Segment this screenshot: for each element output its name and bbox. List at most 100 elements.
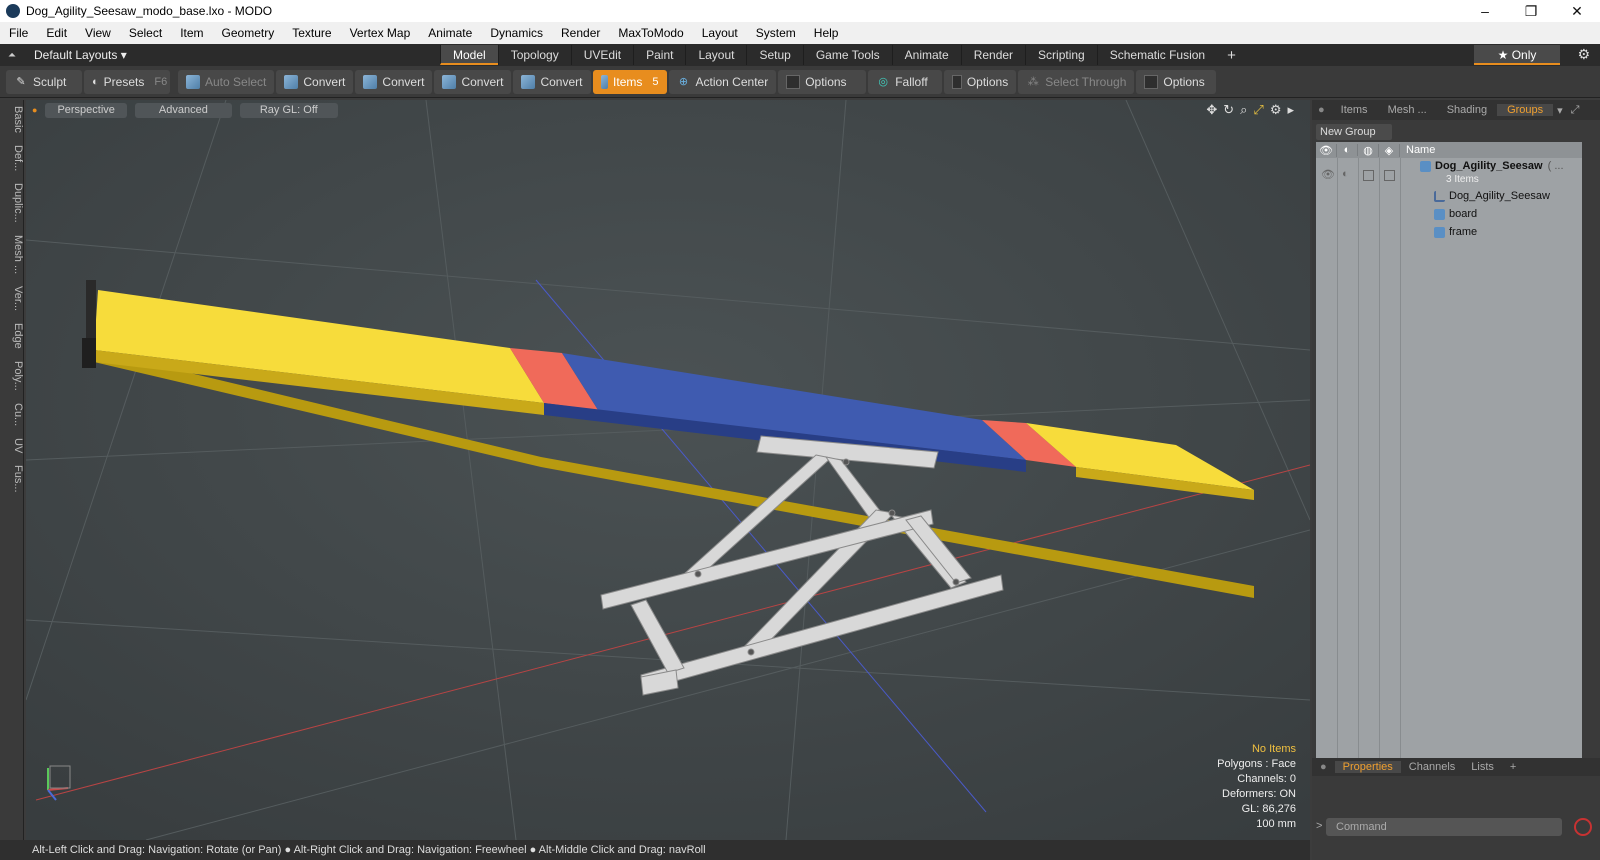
select-column-icon[interactable]: ◈ — [1379, 143, 1400, 157]
menu-render[interactable]: Render — [552, 26, 609, 40]
convert-polygons-button[interactable]: Convert — [434, 69, 512, 94]
convert-vertices-button[interactable]: Convert — [276, 69, 354, 94]
select-through-button[interactable]: ⁂ Select Through — [1018, 69, 1135, 94]
right-panel: ● Items Mesh ... Shading Groups ▾ ⤢ New … — [1312, 100, 1600, 860]
gear-icon[interactable]: ⚙ — [1577, 46, 1590, 63]
rotate-icon[interactable]: ↻ — [1223, 102, 1234, 118]
left-tab-deform[interactable]: Def... — [0, 139, 24, 177]
new-group-button[interactable]: New Group — [1316, 124, 1392, 140]
tab-model[interactable]: Model — [440, 45, 498, 65]
tab-channels[interactable]: Channels — [1401, 761, 1463, 773]
menu-item[interactable]: Item — [171, 26, 212, 40]
3d-viewport[interactable]: ● Perspective Advanced Ray GL: Off ✥ ↻ ⌕… — [26, 100, 1310, 840]
sculpt-button[interactable]: ✎ Sculpt — [6, 69, 82, 94]
item-label: frame — [1449, 226, 1478, 238]
tab-schematic-fusion[interactable]: Schematic Fusion — [1096, 45, 1217, 65]
group-render-toggle-icon[interactable]: ◐ — [1342, 168, 1349, 180]
panel-menu-icon[interactable]: ▾ — [1553, 104, 1567, 117]
left-tab-curve[interactable]: Cu... — [0, 397, 24, 432]
restore-button[interactable]: ❐ — [1508, 0, 1554, 22]
convert-edges-button[interactable]: Convert — [355, 69, 433, 94]
lock-column-icon[interactable]: ◍ — [1358, 143, 1379, 157]
menu-system[interactable]: System — [747, 26, 805, 40]
menu-layout[interactable]: Layout — [693, 26, 747, 40]
tab-layout[interactable]: Layout — [685, 45, 746, 65]
viewport-settings-icon[interactable]: ⚙ — [1270, 102, 1282, 118]
pan-icon[interactable]: ✥ — [1206, 102, 1217, 118]
left-tab-uv[interactable]: UV — [0, 432, 24, 459]
left-tab-basic[interactable]: Basic — [0, 100, 24, 139]
menu-help[interactable]: Help — [805, 26, 848, 40]
tab-uvedit[interactable]: UVEdit — [570, 45, 633, 65]
menu-select[interactable]: Select — [120, 26, 171, 40]
props-dot-icon[interactable]: ● — [1312, 761, 1335, 773]
tree-item-board[interactable]: board — [1434, 208, 1477, 220]
menu-view[interactable]: View — [76, 26, 120, 40]
render-column-icon[interactable]: ◐ — [1337, 144, 1358, 156]
action-center-button[interactable]: ⊕ Action Center — [668, 69, 777, 94]
close-button[interactable]: ✕ — [1554, 0, 1600, 22]
tree-item-frame[interactable]: frame — [1434, 226, 1477, 238]
menu-vertex-map[interactable]: Vertex Map — [341, 26, 420, 40]
group-row[interactable]: Dog_Agility_Seesaw ( ... — [1420, 160, 1564, 172]
tab-items[interactable]: Items — [1331, 104, 1378, 116]
tree-item-locator[interactable]: Dog_Agility_Seesaw — [1434, 190, 1550, 202]
ray-gl-button[interactable]: Ray GL: Off — [239, 102, 338, 118]
left-tab-fusion[interactable]: Fus... — [0, 459, 24, 499]
only-toggle[interactable]: ★ Only — [1474, 45, 1560, 65]
select-through-options-button[interactable]: Options — [1136, 69, 1217, 94]
fit-icon[interactable]: ⤢ — [1253, 102, 1263, 118]
left-tab-mesh[interactable]: Mesh ... — [0, 229, 24, 280]
command-input[interactable]: Command — [1326, 818, 1562, 836]
panel-expand-icon[interactable]: ⤢ — [1567, 104, 1584, 117]
tab-scripting[interactable]: Scripting — [1025, 45, 1097, 65]
action-center-options-button[interactable]: Options — [778, 69, 867, 94]
falloff-options-button[interactable]: Options — [944, 69, 1017, 94]
group-select-checkbox[interactable] — [1384, 170, 1395, 181]
minimize-button[interactable]: – — [1462, 0, 1508, 22]
zoom-icon[interactable]: ⌕ — [1240, 102, 1247, 118]
menu-animate[interactable]: Animate — [419, 26, 481, 40]
menu-dynamics[interactable]: Dynamics — [481, 26, 552, 40]
tab-shading[interactable]: Shading — [1437, 104, 1497, 116]
convert-materials-button[interactable]: Convert — [513, 69, 591, 94]
viewport-menu-dot-icon[interactable]: ● — [32, 105, 37, 115]
viewport-expand-icon[interactable]: ▸ — [1287, 102, 1294, 118]
tab-setup[interactable]: Setup — [746, 45, 802, 65]
tab-properties[interactable]: Properties — [1334, 761, 1401, 773]
perspective-button[interactable]: Perspective — [45, 102, 127, 118]
tab-render[interactable]: Render — [960, 45, 1025, 65]
panel-dot-icon[interactable]: ● — [1312, 104, 1331, 116]
menu-edit[interactable]: Edit — [37, 26, 76, 40]
presets-button[interactable]: ◐ Presets F6 — [84, 69, 170, 94]
group-lock-checkbox[interactable] — [1363, 170, 1374, 181]
menu-maxtomodo[interactable]: MaxToModo — [609, 26, 692, 40]
command-record-button[interactable] — [1574, 818, 1592, 836]
left-tab-vertex[interactable]: Ver... — [0, 280, 24, 317]
auto-select-button[interactable]: Auto Select — [178, 69, 275, 94]
menu-texture[interactable]: Texture — [283, 26, 340, 40]
visibility-column-icon[interactable]: 👁 — [1316, 143, 1337, 157]
menu-geometry[interactable]: Geometry — [213, 26, 284, 40]
add-props-tab-button[interactable]: + — [1502, 761, 1524, 773]
falloff-button[interactable]: ◎ Falloff — [868, 69, 943, 94]
tab-lists[interactable]: Lists — [1463, 761, 1502, 773]
action-center-label: Action Center — [695, 74, 769, 89]
tab-mesh[interactable]: Mesh ... — [1378, 104, 1437, 116]
menu-file[interactable]: File — [0, 26, 37, 40]
items-mode-button[interactable]: Items 5 — [592, 69, 667, 94]
tab-game-tools[interactable]: Game Tools — [802, 45, 892, 65]
add-tab-button[interactable]: + — [1217, 47, 1246, 64]
viewport-nav-icons: ✥ ↻ ⌕ ⤢ ⚙ ▸ — [1206, 102, 1294, 118]
left-tab-polygon[interactable]: Poly... — [0, 355, 24, 397]
tab-animate[interactable]: Animate — [891, 45, 961, 65]
group-visibility-eye-icon[interactable]: 👁 — [1321, 168, 1335, 181]
left-tab-edge[interactable]: Edge — [0, 317, 24, 355]
collapse-arrow-icon[interactable]: ⏶ — [8, 50, 16, 61]
left-tab-duplicate[interactable]: Duplic... — [0, 177, 24, 229]
tab-topology[interactable]: Topology — [497, 45, 571, 65]
layouts-dropdown[interactable]: ⏶ Default Layouts ▾ — [0, 48, 440, 62]
tab-groups[interactable]: Groups — [1497, 104, 1554, 116]
tab-paint[interactable]: Paint — [633, 45, 685, 65]
advanced-button[interactable]: Advanced — [134, 102, 232, 118]
